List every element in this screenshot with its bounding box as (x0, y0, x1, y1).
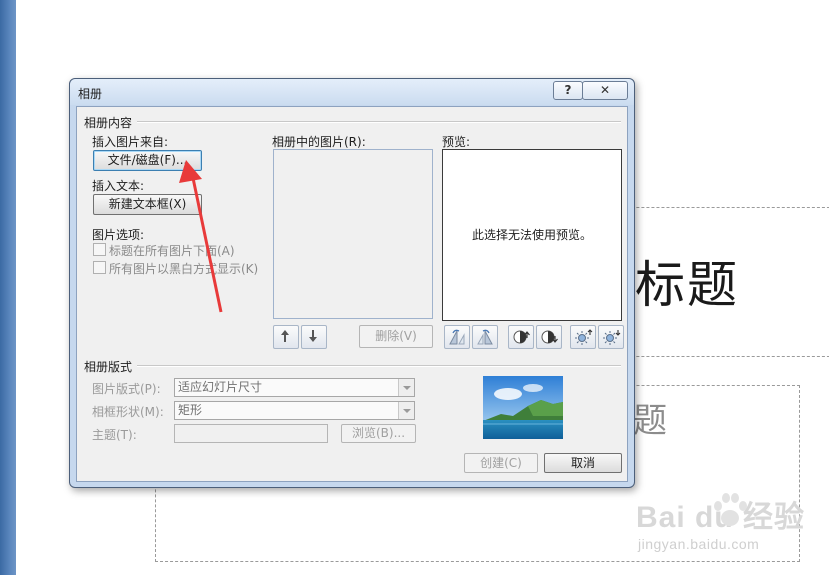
annotation-arrow (179, 160, 223, 313)
